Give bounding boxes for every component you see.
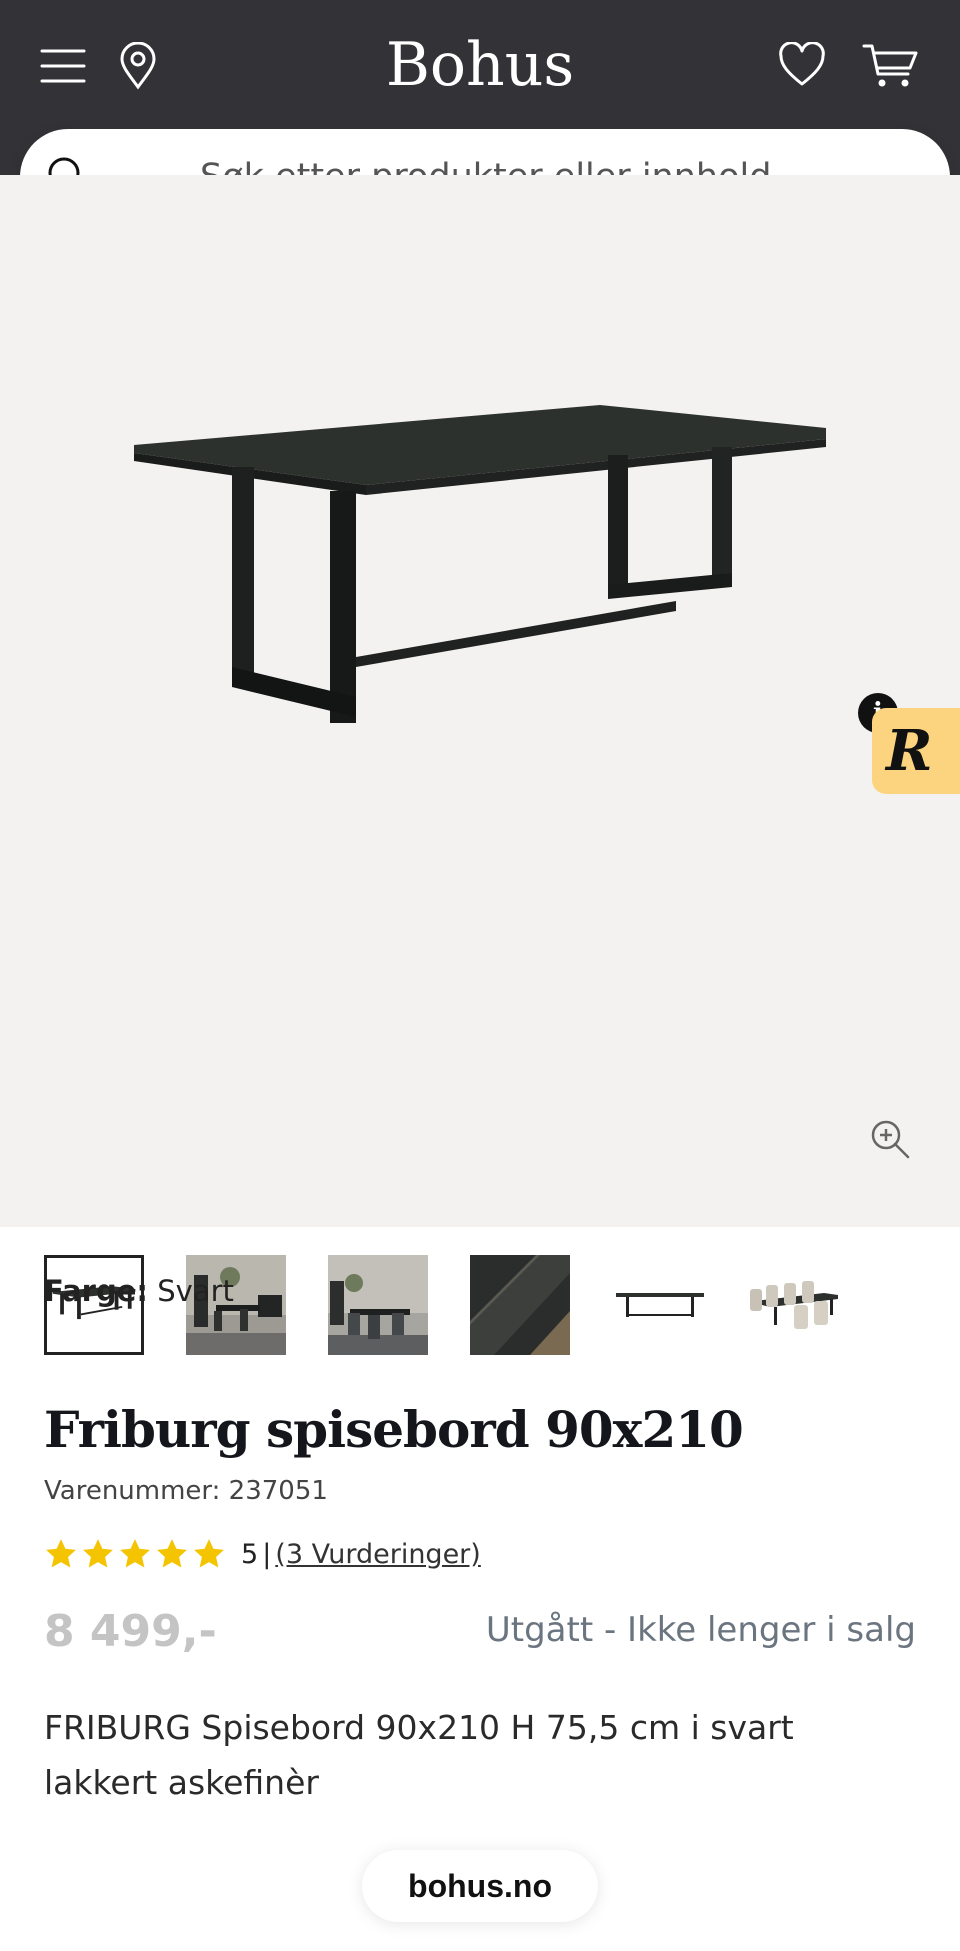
- review-widget[interactable]: R: [872, 708, 960, 794]
- star-icon: [83, 1539, 113, 1568]
- product-price: 8 499,-: [44, 1606, 217, 1657]
- thumbnail-6[interactable]: [744, 1255, 844, 1355]
- product-gallery: i R: [0, 175, 960, 1355]
- star-icon: [157, 1539, 187, 1568]
- rating-separator: |: [262, 1538, 272, 1570]
- color-label: Farge:: [44, 1274, 149, 1308]
- star-icon: [120, 1539, 150, 1568]
- color-value: Svart: [157, 1274, 234, 1308]
- product-main-image[interactable]: [120, 405, 840, 725]
- location-pin-icon[interactable]: [118, 42, 158, 90]
- product-rating: 5 | (3 Vurderinger): [44, 1536, 481, 1572]
- star-icon: [46, 1539, 76, 1568]
- menu-icon[interactable]: [40, 46, 86, 86]
- product-description: FRIBURG Spisebord 90x210 H 75,5 cm i sva…: [44, 1708, 794, 1802]
- cart-icon[interactable]: [862, 42, 918, 90]
- color-selector: Farge: Svart: [44, 1274, 234, 1308]
- bohus-logo[interactable]: Bohus: [330, 30, 630, 100]
- rating-score: 5: [241, 1538, 259, 1570]
- product-title: Friburg spisebord 90x210: [44, 1400, 744, 1459]
- browser-url-pill[interactable]: bohus.no: [362, 1850, 598, 1922]
- heart-icon[interactable]: [778, 42, 826, 88]
- star-icon: [194, 1539, 224, 1568]
- reviews-link[interactable]: (3 Vurderinger): [275, 1539, 481, 1570]
- thumbnail-4[interactable]: [470, 1255, 570, 1355]
- thumbnail-3[interactable]: [328, 1255, 428, 1355]
- review-widget-logo: R: [886, 718, 933, 784]
- zoom-in-icon[interactable]: [868, 1117, 912, 1161]
- product-sku: Varenummer: 237051: [44, 1476, 328, 1506]
- thumbnail-5[interactable]: [610, 1255, 710, 1355]
- availability-status: Utgått - Ikke lenger i salg: [485, 1610, 916, 1650]
